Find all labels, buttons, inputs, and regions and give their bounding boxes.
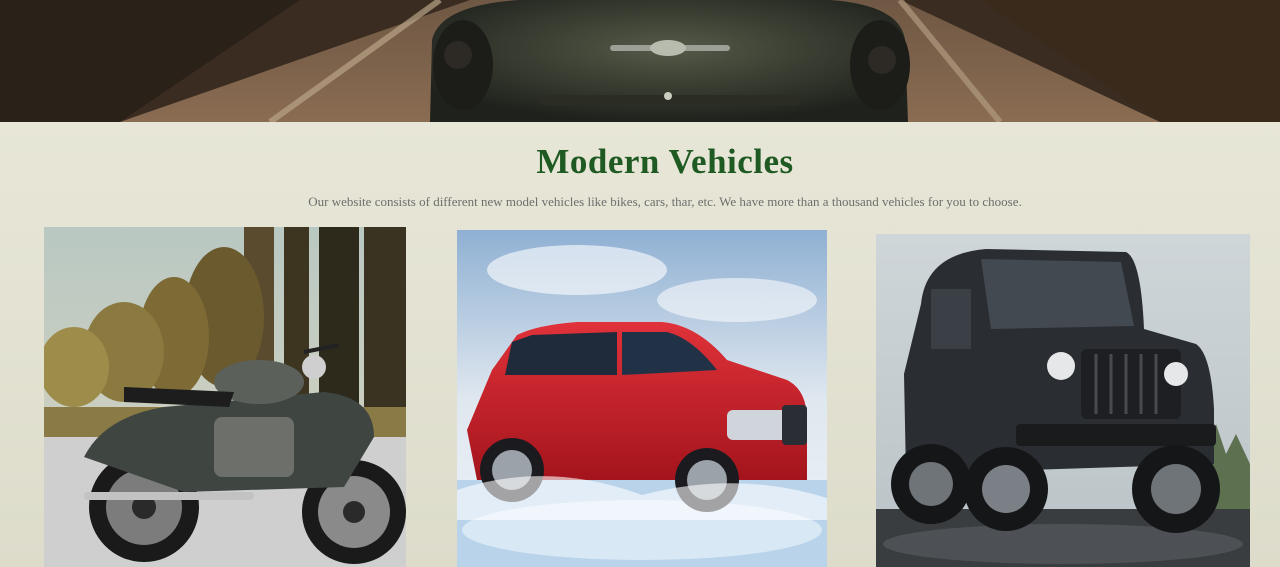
section-title: Modern Vehicles — [536, 142, 794, 181]
hero-banner-image — [0, 0, 1280, 122]
red-suv-image — [457, 230, 827, 567]
black-thar-jeep-image — [876, 234, 1250, 567]
page: Modern Vehicles Our website consists of … — [0, 0, 1280, 567]
motorcycle-image — [44, 227, 406, 567]
modern-vehicles-section: Modern Vehicles Our website consists of … — [0, 122, 1280, 567]
section-description: Our website consists of different new mo… — [308, 194, 1022, 209]
